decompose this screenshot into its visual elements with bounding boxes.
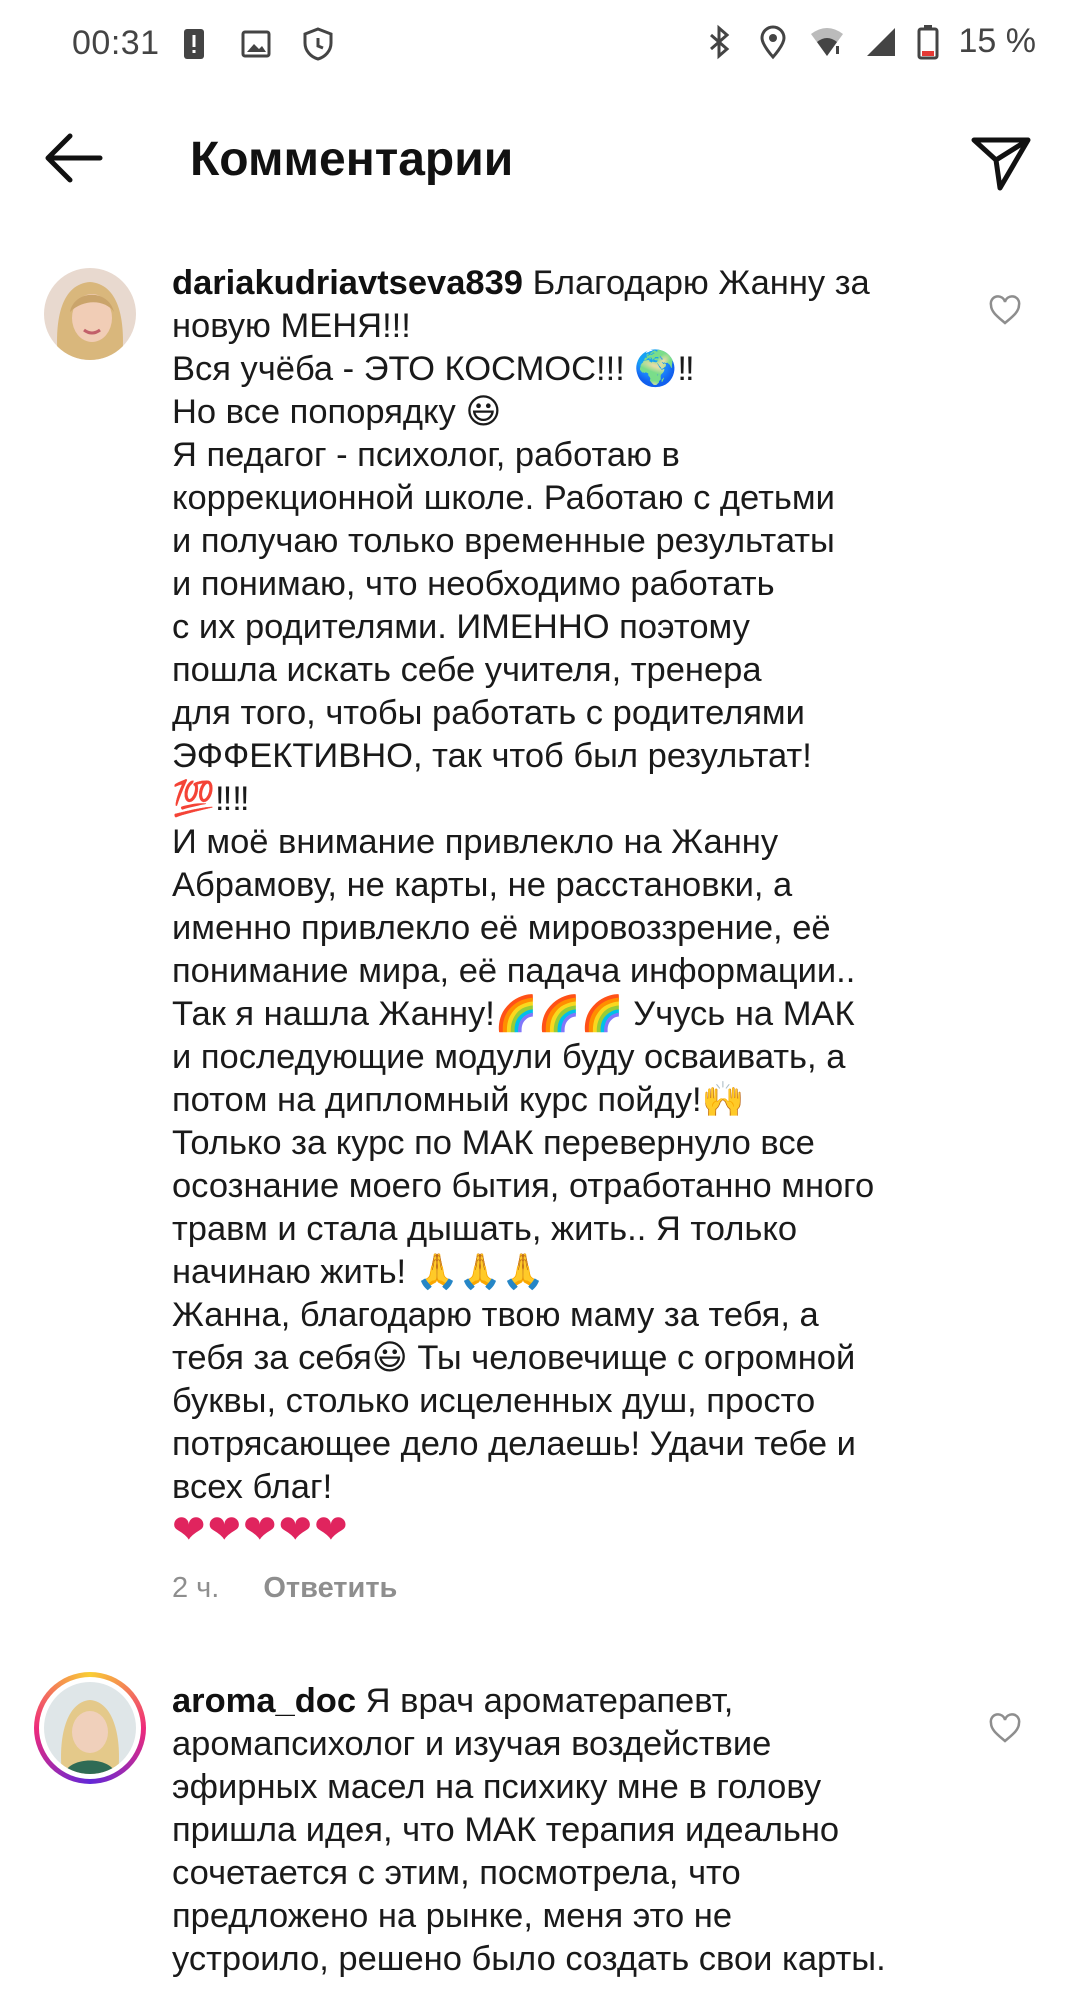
status-time: 00:31 xyxy=(72,24,160,62)
comment-line: Только за курс по МАК перевернуло все xyxy=(172,1124,815,1162)
comment-line: Я педагог - психолог, работаю в xyxy=(172,436,680,474)
share-button[interactable] xyxy=(966,126,1036,196)
heart-icon[interactable] xyxy=(988,294,1022,326)
comment-line: пошла искать себе учителя, тренера xyxy=(172,651,762,689)
comment-line: Я врач ароматерапевт, xyxy=(365,1682,734,1720)
comment-line: Так я нашла Жанну!🌈🌈🌈 Учусь на МАК xyxy=(172,995,855,1033)
comment-line: ЭФФЕКТИВНО, так чтоб был результат! xyxy=(172,737,812,775)
comment-line: именно привлекло её мировоззрение, её xyxy=(172,909,831,947)
comment-line: Жанна, благодарю твою маму за тебя, а xyxy=(172,1296,819,1334)
comment-line: тебя за себя😃 Ты человечище с огромной xyxy=(172,1339,856,1377)
comment-line: Абрамову, не карты, не расстановки, а xyxy=(172,866,793,904)
comment-line: для того, чтобы работать с родителями xyxy=(172,694,805,732)
comment-line: с их родителями. ИМЕННО поэтому xyxy=(172,608,750,646)
battery-icon xyxy=(917,24,938,59)
comment-line: предложено на рынке, меня это не xyxy=(172,1897,733,1935)
location-icon xyxy=(759,25,786,59)
comment-line: пришла идея, что МАК терапия идеально xyxy=(172,1811,840,1849)
story-ring[interactable] xyxy=(34,1672,146,1784)
status-bar: 00:31 15 % xyxy=(0,0,1080,92)
comment-username[interactable]: aroma_doc xyxy=(172,1682,356,1720)
wifi-icon xyxy=(810,27,843,56)
comment-meta: 2 ч. Ответить xyxy=(172,1572,397,1605)
heart-icon[interactable] xyxy=(988,1712,1022,1744)
comment-line: понимание мира, её падача информации.. xyxy=(172,952,856,990)
comment-line: и понимаю, что необходимо работать xyxy=(172,565,775,603)
back-button[interactable] xyxy=(38,128,108,188)
comment-line: Но все попорядку 😃 xyxy=(172,393,502,431)
battery-percent: 15 % xyxy=(958,22,1037,60)
image-icon xyxy=(241,30,271,58)
arrow-left-icon xyxy=(45,133,103,183)
bluetooth-icon xyxy=(709,24,729,59)
comment-text: dariakudriavtseva839 Благодарю Жанну за … xyxy=(172,262,952,1552)
comment-line: и последующие модули буду осваивать, а xyxy=(172,1038,846,1076)
user-photo-icon xyxy=(44,1682,136,1774)
hearts-emoji: ❤❤❤❤❤ xyxy=(172,1507,350,1553)
comment-line: коррекционной школе. Работаю с детьми xyxy=(172,479,835,517)
comment-line: эфирных масел на психику мне в голову xyxy=(172,1768,822,1806)
avatar[interactable] xyxy=(44,268,136,360)
comment-line: травм и стала дышать, жить.. Я только xyxy=(172,1210,798,1248)
comment-line: потрясающее дело делаешь! Удачи тебе и xyxy=(172,1425,856,1463)
comment-text: aroma_doc Я врач ароматерапевт, аромапси… xyxy=(172,1680,952,1981)
app-header: Комментарии xyxy=(0,92,1080,226)
comment-line: Благодарю Жанну за xyxy=(532,264,870,302)
comment-line: и получаю только временные результаты xyxy=(172,522,835,560)
comment-line: буквы, столько исцеленных душ, просто xyxy=(172,1382,816,1420)
comment-line: всех благ! xyxy=(172,1468,333,1506)
comment-line: осознание моего бытия, отработанно много xyxy=(172,1167,875,1205)
comment-line: сочетается с этим, посмотрела, что xyxy=(172,1854,741,1892)
signal-icon xyxy=(866,27,895,56)
comment-line: аромапсихолог и изучая воздействие xyxy=(172,1725,772,1763)
comment-line: новую МЕНЯ!!! xyxy=(172,307,411,345)
comment-line: потом на дипломный курс пойду!🙌 xyxy=(172,1081,745,1119)
comment-username[interactable]: dariakudriavtseva839 xyxy=(172,264,523,302)
comment-line: И моё внимание привлекло на Жанну xyxy=(172,823,779,861)
comment-line: устроило, решено было создать свои карты… xyxy=(172,1940,886,1978)
user-photo-icon xyxy=(44,268,136,360)
paper-plane-icon xyxy=(971,137,1031,191)
avatar xyxy=(44,1682,136,1774)
alert-icon xyxy=(184,29,204,59)
comment-line: 💯‼‼ xyxy=(172,780,250,818)
comment-line: начинаю жить! 🙏🙏🙏 xyxy=(172,1253,545,1291)
shield-icon xyxy=(303,27,333,61)
reply-button[interactable]: Ответить xyxy=(263,1572,397,1604)
page-title: Комментарии xyxy=(190,133,514,186)
comment-line: Вся учёба - ЭТО КОСМОС!!! 🌍‼ xyxy=(172,350,695,388)
comment-time: 2 ч. xyxy=(172,1572,220,1604)
